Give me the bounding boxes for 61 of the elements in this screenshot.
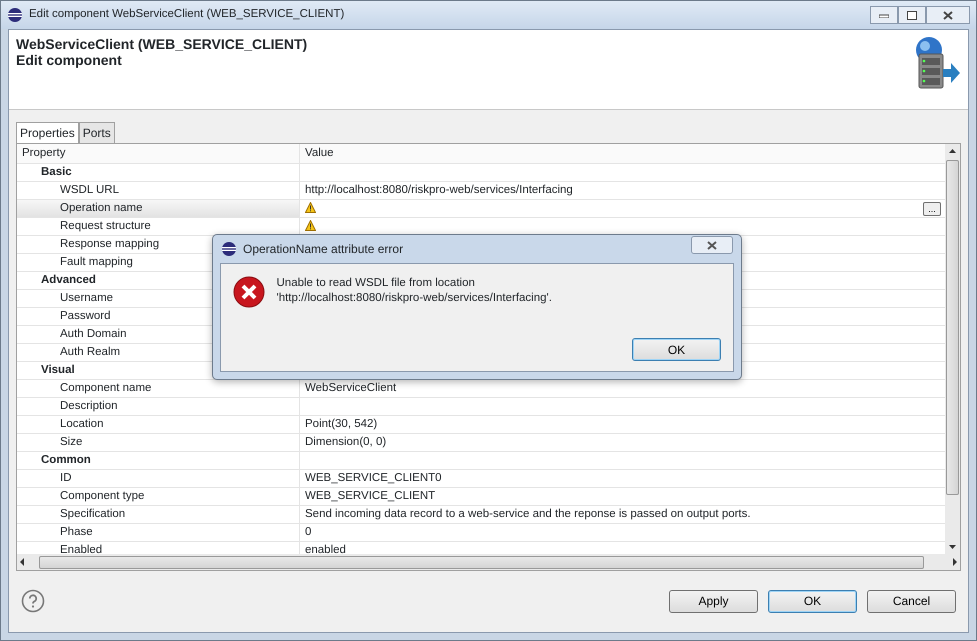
ok-button[interactable]: OK	[768, 590, 857, 612]
category-label: Visual	[41, 362, 75, 378]
property-name[interactable]: Location	[60, 416, 104, 434]
property-value: http://localhost:8080/riskpro-web/services/Interfacing	[305, 182, 573, 198]
property-value: Point(30, 542)	[305, 416, 378, 432]
property-value: 0	[305, 524, 312, 540]
header-title: WebServiceClient (WEB_SERVICE_CLIENT)	[16, 36, 308, 52]
maximize-button[interactable]	[898, 6, 926, 24]
property-name[interactable]: Response mapping	[60, 236, 160, 254]
column-header[interactable]: Property	[22, 144, 66, 162]
browse-button[interactable]: ...	[923, 202, 941, 216]
property-value: Send incoming data record to a web-service and the reponse is passed on output ports.	[305, 506, 751, 522]
help-icon[interactable]	[21, 589, 45, 613]
category-label: Basic	[41, 164, 72, 180]
selected-row[interactable]: Operation name	[17, 200, 300, 217]
property-name[interactable]: Fault mapping	[60, 254, 133, 272]
property-name[interactable]: WSDL URL	[60, 182, 119, 200]
vertical-scrollbar[interactable]	[945, 144, 960, 554]
cancel-button[interactable]: Cancel	[867, 590, 956, 612]
property-name[interactable]: Password	[60, 308, 110, 326]
property-value: enabled	[305, 542, 346, 554]
property-name[interactable]: Phase	[60, 524, 93, 542]
property-name[interactable]: Component name	[60, 380, 152, 398]
tab[interactable]: Ports	[78, 122, 115, 143]
app-icon	[221, 241, 237, 257]
property-name[interactable]: ID	[60, 470, 72, 488]
apply-button[interactable]: Apply	[669, 590, 758, 612]
close-button[interactable]	[926, 6, 970, 24]
close-icon	[943, 10, 953, 20]
error-message: Unable to read WSDL file from location 'http://localhost:8080/riskpro-web/services/Interfacing'.	[276, 276, 552, 306]
property-name[interactable]: Auth Domain	[60, 326, 126, 344]
property-value: Dimension(0, 0)	[305, 434, 386, 450]
app-icon	[7, 7, 23, 23]
minimize-icon	[879, 12, 889, 18]
error-icon	[233, 276, 265, 308]
header-subtitle: Edit component	[16, 52, 123, 68]
horizontal-scrollbar[interactable]	[17, 554, 960, 570]
ok-button[interactable]: OK	[632, 338, 721, 361]
window-title: Edit component WebServiceClient (WEB_SERVICE_CLIENT)	[29, 7, 344, 22]
property-name[interactable]: Enabled	[60, 542, 102, 554]
property-value: WebServiceClient	[305, 380, 396, 396]
property-value: WEB_SERVICE_CLIENT	[305, 488, 436, 504]
property-name[interactable]: Description	[60, 398, 118, 416]
property-value: WEB_SERVICE_CLIENT0	[305, 470, 442, 486]
property-name[interactable]: Size	[60, 434, 82, 452]
property-name[interactable]: Auth Realm	[60, 344, 120, 362]
column-header[interactable]: Value	[305, 144, 334, 162]
category-label: Advanced	[41, 272, 96, 288]
dialog-title: OperationName attribute error	[243, 241, 404, 258]
property-name[interactable]: Request structure	[60, 218, 151, 236]
maximize-icon	[907, 10, 917, 20]
close-button[interactable]	[691, 236, 733, 254]
property-name[interactable]: Specification	[60, 506, 126, 524]
scroll-right-icon[interactable]	[950, 557, 960, 567]
close-icon	[707, 240, 717, 250]
property-name[interactable]: Username	[60, 290, 114, 308]
property-name[interactable]: Operation name	[60, 200, 142, 218]
property-name[interactable]: Component type	[60, 488, 144, 506]
minimize-button[interactable]	[870, 6, 898, 24]
category-label: Common	[41, 452, 91, 468]
tab[interactable]: Properties	[16, 122, 79, 143]
